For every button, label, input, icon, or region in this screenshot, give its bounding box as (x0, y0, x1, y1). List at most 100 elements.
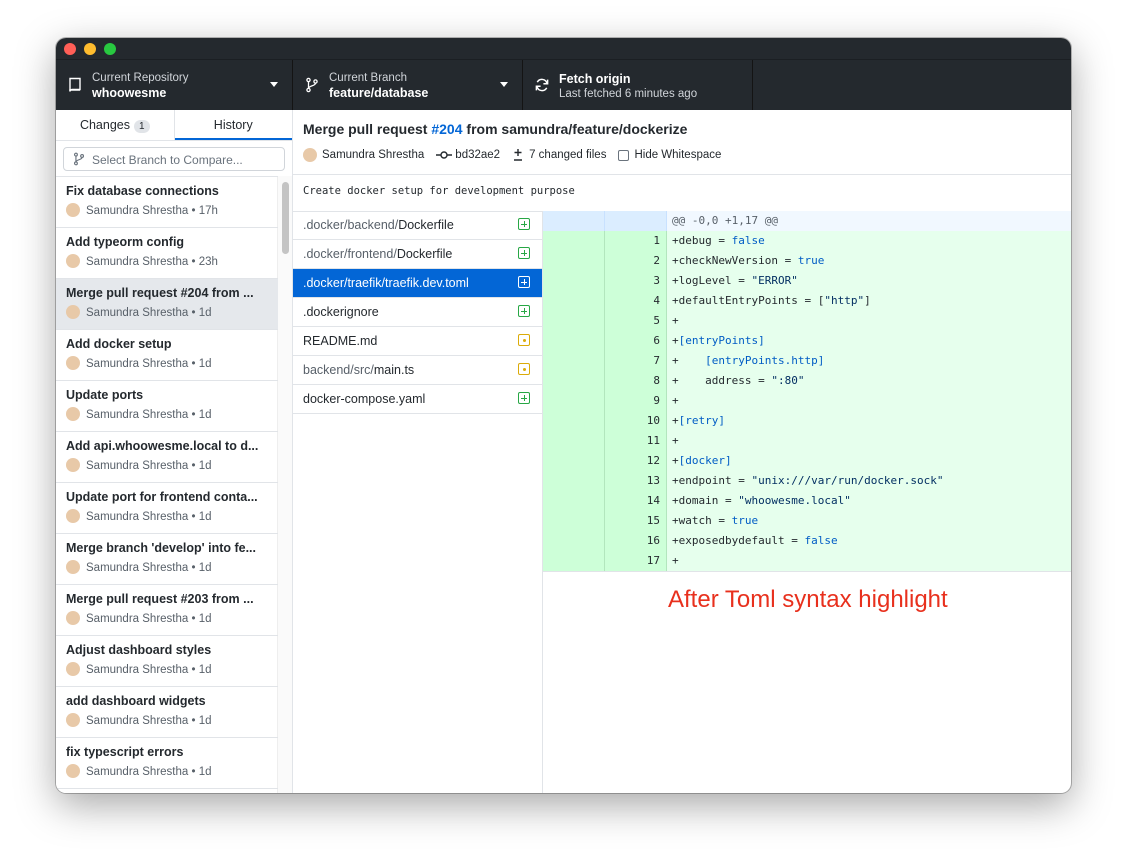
avatar (66, 407, 80, 421)
diff-line[interactable]: 13 +endpoint = "unix:///var/run/docker.so… (543, 471, 1071, 491)
old-line-number (543, 391, 605, 411)
changed-file-item[interactable]: .docker/backend/Dockerfile (293, 211, 542, 240)
new-line-number: 1 (605, 231, 667, 251)
diff-line[interactable]: 16 +exposedbydefault = false (543, 531, 1071, 551)
diff-line[interactable]: 15 +watch = true (543, 511, 1071, 531)
commit-list-item[interactable]: Update port for frontend conta... Samundr… (56, 483, 278, 534)
changed-file-item[interactable]: README.md (293, 327, 542, 356)
commit-author-time: Samundra Shrestha • 1d (86, 358, 212, 370)
old-line-number (543, 251, 605, 271)
compare-branch-input[interactable]: Select Branch to Compare... (63, 147, 285, 171)
file-path: .docker/frontend/Dockerfile (303, 247, 452, 261)
diff-line[interactable]: 7 + [entryPoints.http] (543, 351, 1071, 371)
sidebar: Changes 1 History Select Branch to Compar… (56, 110, 293, 793)
commit-list-item[interactable]: fix typescript errors Samundra Shrestha •… (56, 738, 278, 789)
commit-author-time: Samundra Shrestha • 1d (86, 766, 212, 778)
compare-branch-placeholder: Select Branch to Compare... (92, 153, 243, 167)
code-token: + (672, 554, 679, 567)
diff-line[interactable]: 14 +domain = "whoowesme.local" (543, 491, 1071, 511)
commit-list-item[interactable]: Fix database connections Samundra Shresth… (56, 177, 278, 228)
code-token: + (672, 394, 679, 407)
diff-line[interactable]: 10 +[retry] (543, 411, 1071, 431)
avatar (66, 254, 80, 268)
commit-author-time: Samundra Shrestha • 1d (86, 511, 212, 523)
diff-line[interactable]: 1 +debug = false (543, 231, 1071, 251)
changed-file-item[interactable]: docker-compose.yaml (293, 385, 542, 414)
diff-line[interactable]: 4 +defaultEntryPoints = ["http"] (543, 291, 1071, 311)
pull-request-link[interactable]: #204 (431, 121, 462, 137)
commit-summary: Update ports (66, 388, 144, 402)
commit-summary: Merge pull request #203 from ... (66, 592, 254, 606)
file-name: main.ts (373, 363, 415, 377)
commit-list-scroll-track[interactable] (277, 176, 292, 793)
file-dir: .docker/frontend/ (303, 247, 397, 261)
commit-author: Samundra Shrestha (303, 148, 424, 162)
diff-line[interactable]: 8 + address = ":80" (543, 371, 1071, 391)
code-token: "ERROR" (751, 274, 798, 287)
commit-list-item[interactable]: Add api.whoowesme.local to d... Samundra … (56, 432, 278, 483)
code-token: +exposedbydefault = (672, 534, 805, 547)
diff-line[interactable]: 12 +[docker] (543, 451, 1071, 471)
diff-line-code: + address = ":80" (667, 371, 1071, 391)
avatar (66, 611, 80, 625)
annotation-caption: After Toml syntax highlight (668, 586, 948, 613)
tab-history[interactable]: History (175, 110, 293, 140)
commit-icon (436, 151, 453, 159)
avatar (66, 662, 80, 676)
diff-line-code: +debug = false (667, 231, 1071, 251)
diff-line-code: + (667, 391, 1071, 411)
new-line-number: 7 (605, 351, 667, 371)
minimize-window-button[interactable] (84, 43, 96, 55)
commit-summary: Add docker setup (66, 337, 172, 351)
close-window-button[interactable] (64, 43, 76, 55)
commit-list-item[interactable]: initiate dockerization :tada (56, 789, 278, 793)
hide-whitespace-checkbox[interactable] (618, 149, 630, 161)
commit-list-item[interactable]: Update ports Samundra Shrestha • 1d (56, 381, 278, 432)
commit-sha[interactable]: bd32ae2 (436, 149, 500, 161)
diff-line-code: + (667, 551, 1071, 571)
commit-list-scrollbar[interactable] (282, 182, 289, 254)
commit-list-item[interactable]: Merge pull request #204 from ... Samundra… (56, 279, 278, 330)
current-repository-button[interactable]: Current Repository whoowesme (56, 60, 293, 110)
commit-summary: Fix database connections (66, 184, 219, 198)
diff-line[interactable]: 9 + (543, 391, 1071, 411)
code-token: + (672, 434, 679, 447)
zoom-window-button[interactable] (104, 43, 116, 55)
old-line-number (543, 291, 605, 311)
commit-summary: add dashboard widgets (66, 694, 206, 708)
diff-line[interactable]: 11 + (543, 431, 1071, 451)
current-branch-button[interactable]: Current Branch feature/database (293, 60, 523, 110)
fetch-origin-button[interactable]: Fetch origin Last fetched 6 minutes ago (523, 60, 753, 110)
diff-line[interactable]: 17 + (543, 551, 1071, 571)
changed-file-item[interactable]: .dockerignore (293, 298, 542, 327)
diff-line-code: +domain = "whoowesme.local" (667, 491, 1071, 511)
diff-line[interactable]: 5 + (543, 311, 1071, 331)
changed-files-text: 7 changed files (529, 149, 607, 161)
file-dir: .docker/traefik/ (303, 276, 385, 290)
diff-line-code: +[entryPoints] (667, 331, 1071, 351)
code-token: ] (864, 294, 871, 307)
commit-list-item[interactable]: Merge branch 'develop' into fe... Samundr… (56, 534, 278, 585)
commit-list-item[interactable]: Adjust dashboard styles Samundra Shrestha… (56, 636, 278, 687)
tab-changes[interactable]: Changes 1 (56, 110, 175, 140)
changed-file-item[interactable]: backend/src/main.ts (293, 356, 542, 385)
hide-whitespace-toggle[interactable]: Hide Whitespace (618, 149, 721, 161)
diff-line[interactable]: 3 +logLevel = "ERROR" (543, 271, 1071, 291)
avatar (66, 764, 80, 778)
new-line-number: 6 (605, 331, 667, 351)
diff-line-code: + (667, 431, 1071, 451)
diff-line[interactable]: 6 +[entryPoints] (543, 331, 1071, 351)
commit-list-item[interactable]: add dashboard widgets Samundra Shrestha •… (56, 687, 278, 738)
changed-file-item[interactable]: .docker/traefik/traefik.dev.toml (293, 269, 542, 298)
commit-list-item[interactable]: Add docker setup Samundra Shrestha • 1d (56, 330, 278, 381)
file-name: .dockerignore (303, 305, 379, 319)
commit-list-item[interactable]: Add typeorm config Samundra Shrestha • 23… (56, 228, 278, 279)
file-name: docker-compose.yaml (303, 392, 426, 406)
commit-list-item[interactable]: Merge pull request #203 from ... Samundra… (56, 585, 278, 636)
code-token: + (672, 334, 679, 347)
changed-file-item[interactable]: .docker/frontend/Dockerfile (293, 240, 542, 269)
diff-line-code: +[retry] (667, 411, 1071, 431)
diff-line[interactable]: 2 +checkNewVersion = true (543, 251, 1071, 271)
code-token: + (672, 354, 706, 367)
new-line-number: 3 (605, 271, 667, 291)
